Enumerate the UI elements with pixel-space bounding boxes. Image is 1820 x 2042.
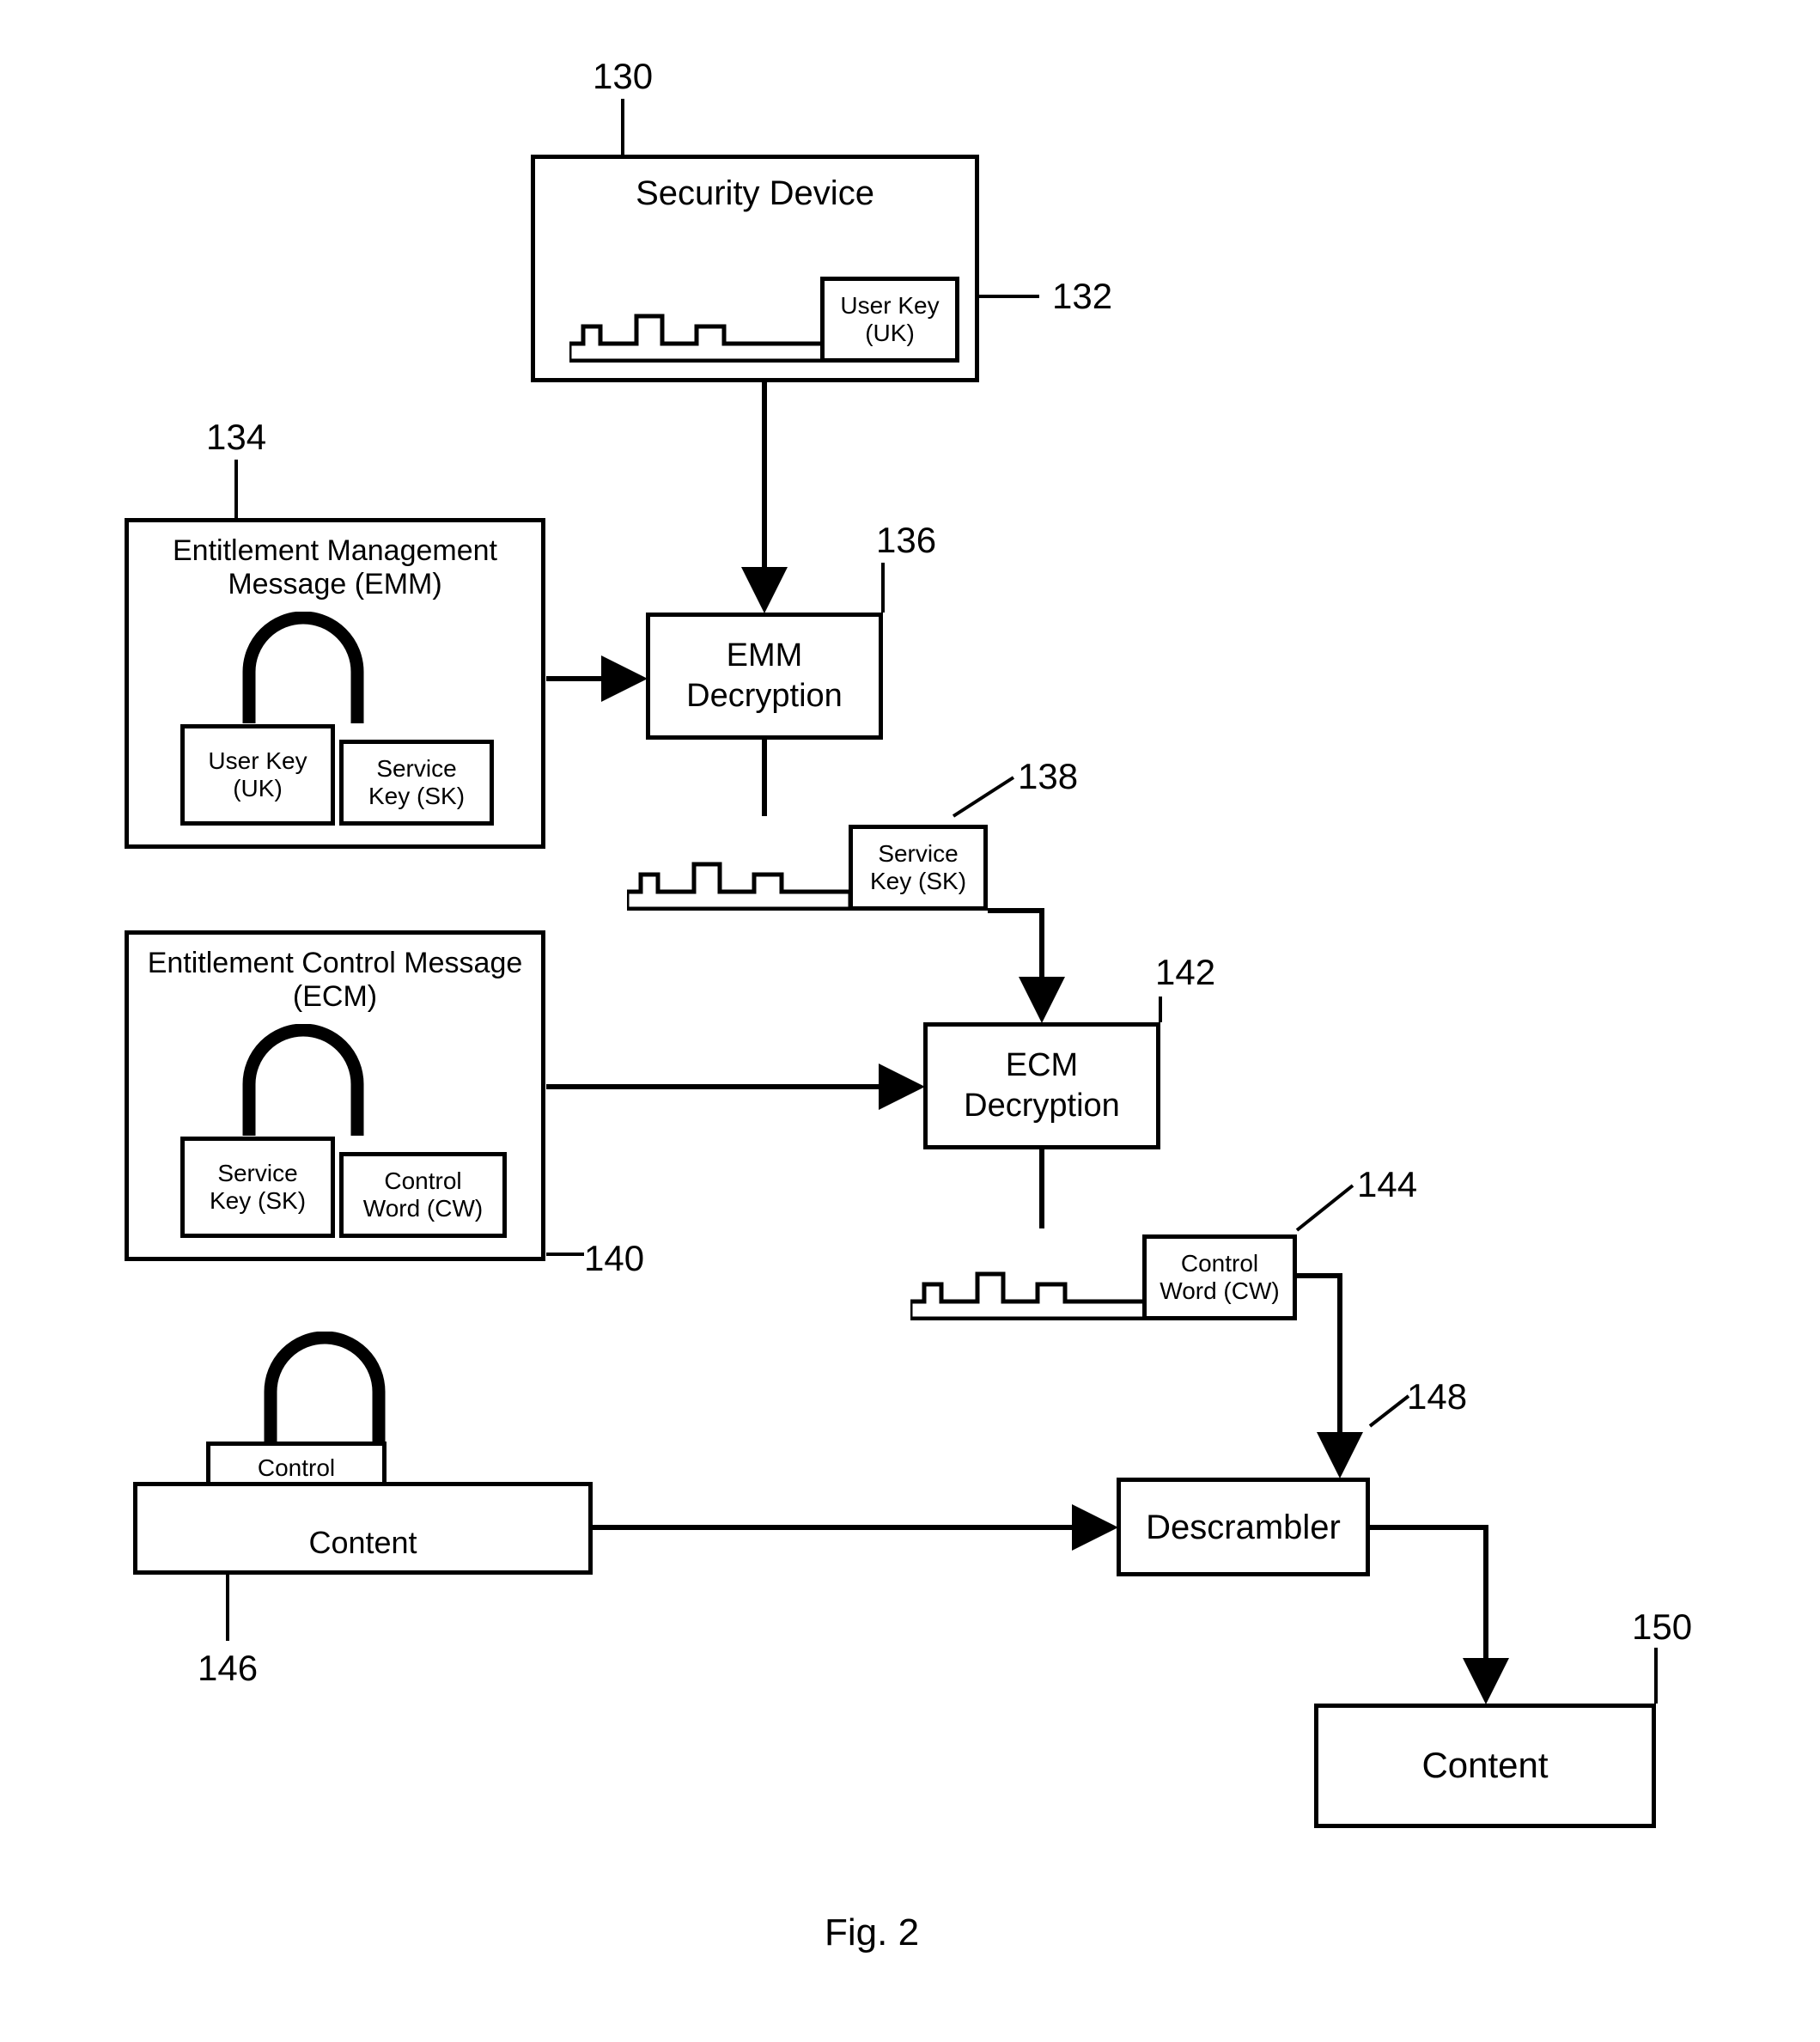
descrambler-label: Descrambler (1146, 1506, 1341, 1549)
service-key-box: Service Key (SK) (849, 825, 988, 911)
ref-144: 144 (1357, 1164, 1417, 1205)
ecm-box: Entitlement Control Message (ECM) Servic… (125, 930, 545, 1261)
ecm-payload-label: Control Word (CW) (363, 1167, 483, 1222)
ref-142: 142 (1155, 952, 1215, 993)
content-out-label: Content (1421, 1743, 1548, 1789)
ecm-payload-box: Control Word (CW) (339, 1152, 507, 1238)
ref-146: 146 (198, 1648, 258, 1689)
ecm-lock-label: Service Key (SK) (210, 1160, 306, 1215)
ref-136: 136 (876, 520, 936, 561)
ecm-title: Entitlement Control Message (ECM) (129, 947, 541, 1014)
ref-140: 140 (584, 1238, 644, 1279)
emm-lock-label: User Key (UK) (208, 747, 307, 802)
content-in-box: Content (133, 1482, 593, 1575)
ref-138: 138 (1018, 756, 1078, 797)
control-word-output: Control Word (CW) (910, 1230, 1297, 1320)
key-teeth-icon (569, 302, 827, 363)
ref-130: 130 (593, 56, 653, 97)
figure-caption: Fig. 2 (825, 1911, 919, 1954)
lock-icon (245, 1332, 405, 1448)
lock-icon (223, 612, 383, 728)
control-word-label: Control Word (CW) (1160, 1250, 1279, 1305)
ecm-lock-label-box: Service Key (SK) (180, 1137, 335, 1238)
ref-134: 134 (206, 417, 266, 458)
emm-decryption-label: EMM Decryption (686, 636, 843, 717)
emm-lock-label-box: User Key (UK) (180, 724, 335, 826)
ref-148: 148 (1407, 1376, 1467, 1417)
service-key-label: Service Key (SK) (870, 840, 966, 895)
emm-payload-box: Service Key (SK) (339, 740, 494, 826)
emm-box: Entitlement Management Message (EMM) Use… (125, 518, 545, 849)
lock-icon (223, 1024, 383, 1140)
security-device-box: Security Device User Key (UK) (531, 155, 979, 382)
ref-150: 150 (1632, 1606, 1692, 1648)
content-out-box: Content (1314, 1704, 1656, 1828)
emm-title: Entitlement Management Message (EMM) (129, 534, 541, 601)
control-word-box: Control Word (CW) (1142, 1234, 1297, 1320)
ref-132: 132 (1052, 276, 1112, 317)
descrambler-box: Descrambler (1117, 1478, 1370, 1576)
user-key-label: User Key (UK) (840, 292, 939, 347)
content-in-label: Content (308, 1523, 417, 1562)
security-device-title: Security Device (535, 174, 975, 213)
key-teeth-icon (627, 850, 850, 911)
ecm-decryption-box: ECM Decryption (923, 1022, 1160, 1149)
service-key-output: Service Key (SK) (627, 820, 988, 911)
key-teeth-icon (910, 1260, 1151, 1320)
ecm-decryption-label: ECM Decryption (964, 1045, 1120, 1127)
emm-decryption-box: EMM Decryption (646, 613, 883, 740)
user-key-box: User Key (UK) (820, 277, 959, 363)
emm-payload-label: Service Key (SK) (368, 755, 465, 810)
